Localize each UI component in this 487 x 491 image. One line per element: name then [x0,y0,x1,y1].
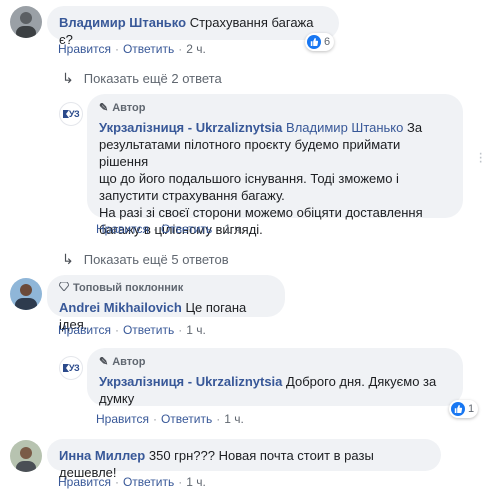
author-badge: ✎ Автор [99,100,451,117]
reply-actions: Нравится · Ответить · 1 ч. [96,222,244,236]
reply-link[interactable]: Ответить [161,412,212,426]
show-more-label: Показать ещё 2 ответа [83,71,222,86]
commenter-name[interactable]: Владимир Штанько [59,15,186,30]
like-reaction-icon [307,35,321,49]
reply-link[interactable]: Ответить [161,222,212,236]
like-link[interactable]: Нравится [96,222,149,236]
reply-actions: Нравится · Ответить · 1 ч. [96,412,244,426]
diamond-icon [58,280,70,297]
comment-actions: Нравится · Ответить · 2 ч. [58,42,206,56]
page-name[interactable]: Укрзалізниця - Ukrzaliznytsia [99,120,282,135]
comment-time[interactable]: 1 ч. [186,475,206,489]
show-more-replies-1[interactable]: ↳ Показать ещё 2 ответа [62,70,222,87]
reaction-count[interactable]: 1 [449,400,479,418]
comment-actions: Нравится · Ответить · 1 ч. [58,475,206,489]
author-badge: ✎ Автор [99,354,451,371]
mention-link[interactable]: Владимир Штанько [286,120,403,135]
reply-text-line: На разі зі своєї сторони можемо обіцяти … [99,205,423,220]
commenter-name[interactable]: Andrei Mikhailovich [59,300,182,315]
comment-bubble-andrei: Топовый поклонник Andrei Mikhailovich Це… [47,275,285,332]
reply-arrow-icon: ↳ [62,251,74,267]
more-options-icon[interactable]: · · · [478,146,483,170]
reply-text-line: результатами пілотного проєкту будемо пр… [99,137,401,169]
avatar-vladimir[interactable] [10,6,42,38]
reply-link[interactable]: Ответить [123,42,174,56]
reply-link[interactable]: Ответить [123,475,174,489]
reply-link[interactable]: Ответить [123,323,174,337]
reply-bubble-ukrzaliznytsia: ✎ Автор Укрзалізниця - Ukrzaliznytsia Доб… [87,348,463,406]
commenter-name[interactable]: Инна Миллер [59,448,145,463]
reply-arrow-icon: ↳ [62,70,74,86]
page-avatar[interactable]: УЗ [59,102,83,126]
reply-text-line: думку [99,391,135,406]
uz-logo-icon: УЗ [62,363,80,373]
page-name[interactable]: Укрзалізниця - Ukrzaliznytsia [99,374,282,389]
comment-bubble-vladimir: Владимир Штанько Страхування багажа є? [47,6,339,47]
reply-text-line: За [407,120,423,135]
avatar-inna[interactable] [10,440,42,472]
like-link[interactable]: Нравится [96,412,149,426]
reply-text-line: запустити страхування багажу. [99,188,285,203]
show-more-label: Показать ещё 5 ответов [83,252,229,267]
comment-time[interactable]: 1 ч. [224,412,244,426]
reaction-number: 6 [324,36,331,48]
uz-logo-icon: УЗ [62,109,80,119]
comment-bubble-inna: Инна Миллер 350 грн??? Новая почта стоит… [47,439,441,480]
like-link[interactable]: Нравится [58,475,111,489]
avatar-andrei[interactable] [10,278,42,310]
reply-text-line: Доброго дня. Дякуємо за [286,374,437,389]
comment-time[interactable]: 2 ч. [186,42,206,56]
reply-text-line: що до його подальшого існування. Тоді зм… [99,171,399,186]
comment-actions: Нравится · Ответить · 1 ч. [58,323,206,337]
pencil-icon: ✎ [99,102,109,114]
pencil-icon: ✎ [99,356,109,368]
reply-bubble-ukrzaliznytsia: ✎ Автор Укрзалізниця - Ukrzaliznytsia Вла… [87,94,463,237]
reaction-count[interactable]: 6 [305,33,335,51]
like-reaction-icon [451,402,465,416]
comment-time[interactable]: 1 ч. [224,222,244,236]
reaction-number: 1 [468,403,475,415]
like-link[interactable]: Нравится [58,323,111,337]
page-avatar[interactable]: УЗ [59,356,83,380]
like-link[interactable]: Нравится [58,42,111,56]
show-more-replies-2[interactable]: ↳ Показать ещё 5 ответов [62,251,229,268]
top-fan-badge: Топовый поклонник [58,280,273,297]
comment-time[interactable]: 1 ч. [186,323,206,337]
